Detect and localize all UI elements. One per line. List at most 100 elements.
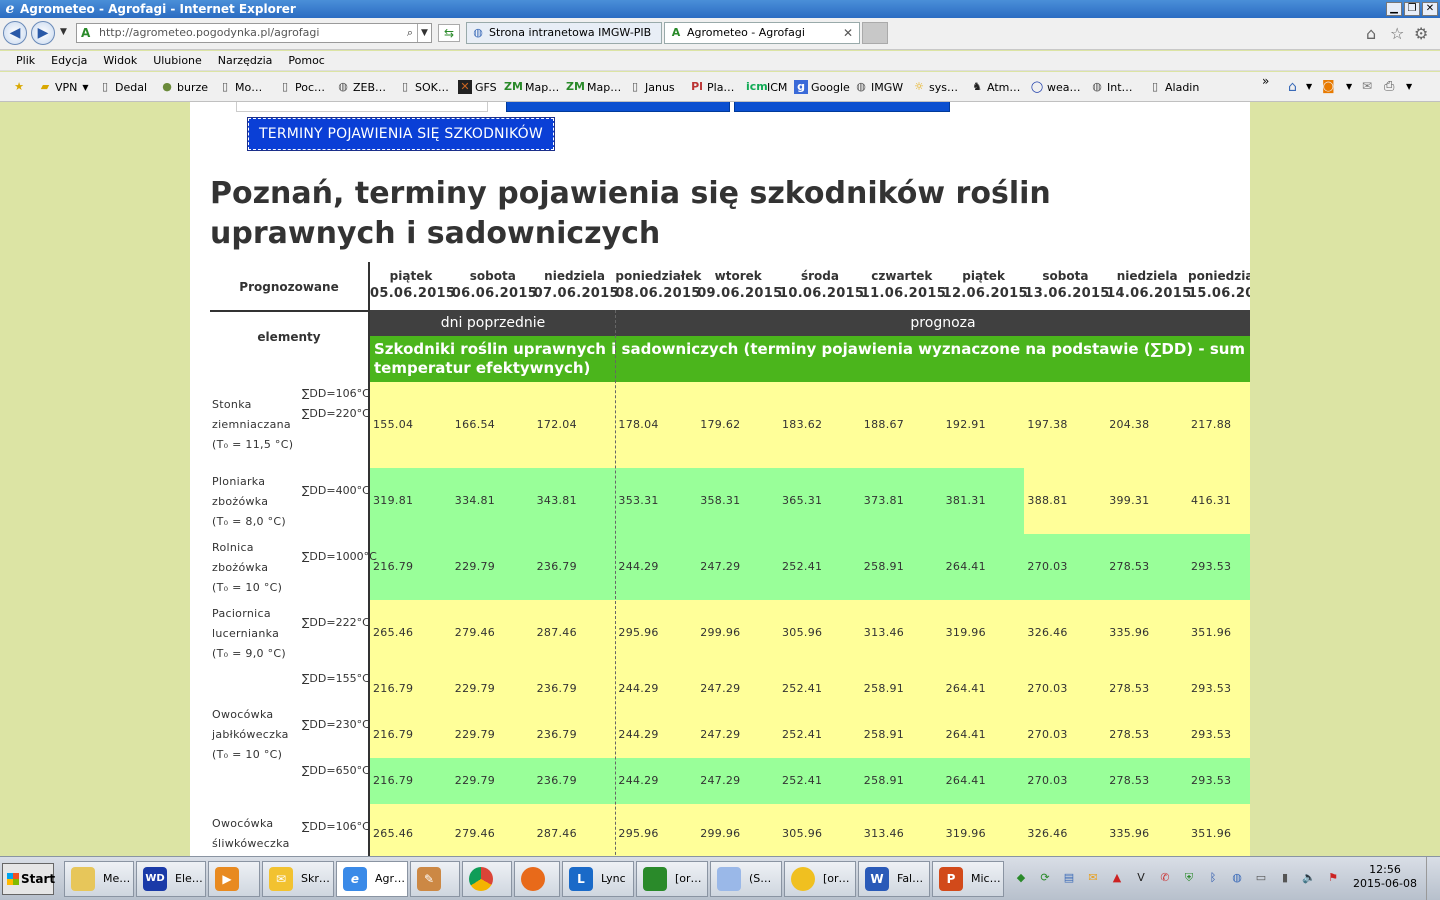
menu-edit[interactable]: Edycja [51,54,87,67]
firefox-icon [521,867,545,891]
address-dropdown-icon[interactable]: ▼ [417,24,431,42]
tab-intranet[interactable]: ◍ Strona intranetowa IMGW-PIB [466,22,662,44]
pla-icon: Pl [691,80,703,93]
taskbar-or-2[interactable]: [or… [784,861,856,897]
taskbar-wd[interactable]: WD Ele… [136,861,206,897]
taskbar-paint[interactable]: ✎ [410,861,460,897]
menu-favorites[interactable]: Ulubione [153,54,202,67]
menu-file[interactable]: Plik [16,54,35,67]
home-dropdown-icon[interactable]: ▼ [1306,82,1312,91]
favorites-star-icon[interactable]: ☆ [1390,26,1404,42]
back-button[interactable]: ◀ [3,21,27,45]
table-cell: 293.53 [1188,666,1250,712]
taskbar-mail[interactable]: ✉ Skr… [262,861,334,897]
more-favorites-icon[interactable]: » [1262,74,1269,88]
table-cell: 335.96 [1106,600,1189,666]
address-input[interactable]: A http://agrometeo.pogodynka.pl/agrofagi… [76,23,432,43]
taskbar-powerpoint[interactable]: P Mic… [932,861,1004,897]
show-desktop-button[interactable] [1426,857,1440,900]
battery-icon[interactable]: ▮ [1278,871,1292,885]
fav-pla[interactable]: Pl Pla… [690,80,734,94]
fav-imgw[interactable]: ◍ IMGW [854,80,903,94]
home-icon[interactable]: ⌂ [1366,26,1376,42]
fav-poc[interactable]: ▯ Poc… [278,80,325,94]
mail-tray-icon[interactable]: ✉ [1086,871,1100,885]
display-icon[interactable]: ▭ [1254,871,1268,885]
fav-map-2[interactable]: ZM Map… [566,80,621,94]
fav-wea[interactable]: ◯ wea… [1030,80,1081,94]
fav-zeb[interactable]: ◍ ZEB… [336,80,386,94]
fav-int[interactable]: ◍ Int… [1090,80,1132,94]
start-button[interactable]: Start [2,863,55,895]
history-dropdown-icon[interactable]: ▼ [60,27,67,37]
menu-tools[interactable]: Narzędzia [218,54,273,67]
bluetooth-icon[interactable]: ᛒ [1206,871,1220,885]
nav-button-2[interactable] [734,102,950,112]
print-icon[interactable]: ⎙ [1384,79,1394,94]
close-tab-icon[interactable]: ✕ [843,23,853,43]
fav-janus[interactable]: ▯ Janus [628,80,675,94]
taskbar-or-1[interactable]: [or… [636,861,708,897]
restore-button[interactable]: ❐ [1404,2,1420,16]
rss-dropdown-icon[interactable]: ▼ [1346,82,1352,91]
home-icon[interactable]: ⌂ [1288,79,1297,95]
table-cell: 217.88 [1188,382,1250,468]
taskbar-firefox[interactable] [514,861,560,897]
forward-button[interactable]: ▶ [31,21,55,45]
menu-view[interactable]: Widok [103,54,137,67]
fav-gfs[interactable]: ✕ GFS [458,80,497,94]
table-cell: 287.46 [533,804,617,856]
taskbar-s[interactable]: (S… [710,861,782,897]
globe-icon[interactable]: ◍ [1230,871,1244,885]
fav-sok[interactable]: ▯ SOK… [398,80,449,94]
pests-dates-button[interactable]: TERMINY POJAWIENIA SIĘ SZKODNIKÓW [247,117,555,151]
fav-atm[interactable]: ♞ Atm… [970,80,1020,94]
v-icon[interactable]: V [1134,871,1148,885]
read-mail-icon[interactable]: ✉ [1362,79,1372,93]
taskbar-media[interactable]: ▶ [208,861,260,897]
refresh-button[interactable]: ⇆ [438,24,460,42]
gsm-icon[interactable]: ✆ [1158,871,1172,885]
tab-agrometeo[interactable]: A Agrometeo - Agrofagi ✕ [664,22,860,44]
table-cell: 278.53 [1106,712,1189,758]
fav-dedal[interactable]: ▯ Dedal [98,80,147,94]
clock-date: 2015-06-08 [1353,877,1417,890]
clock[interactable]: 12:56 2015-06-08 [1350,863,1420,891]
menu-help[interactable]: Pomoc [288,54,324,67]
close-window-button[interactable]: ✕ [1422,2,1438,16]
fav-burze[interactable]: ● burze [160,80,208,94]
add-favorite-icon[interactable]: ★ [12,80,29,94]
acrobat-icon[interactable]: ▲ [1110,871,1124,885]
fav-mo[interactable]: ▯ Mo… [218,80,262,94]
fav-icm[interactable]: icm ICM [746,80,787,94]
tools-gear-icon[interactable]: ⚙ [1414,26,1428,42]
volume-icon[interactable]: 🔈 [1302,871,1316,885]
print-dropdown-icon[interactable]: ▼ [1406,82,1412,91]
fav-map-1[interactable]: ZM Map… [504,80,559,94]
nav-button-1[interactable] [506,102,730,112]
rss-icon[interactable]: ◙ [1322,79,1335,94]
table-cell: 244.29 [615,534,699,600]
new-tab-button[interactable] [862,22,888,44]
taskbar-word[interactable]: W Fal… [858,861,930,897]
internet-explorer-icon: e [343,867,367,891]
taskbar-lync[interactable]: L Lync [562,861,634,897]
network-icon[interactable]: ▤ [1062,871,1076,885]
dd-threshold: ∑DD=230°C [302,718,370,731]
nvidia-icon[interactable]: ◆ [1014,871,1028,885]
sync-icon[interactable]: ⟳ [1038,871,1052,885]
flag-icon[interactable]: ⚑ [1326,871,1340,885]
search-icon[interactable]: ⌕ [407,24,413,42]
taskbar-agrometeo[interactable]: e Agr… [336,861,408,897]
location-select[interactable] [236,102,488,112]
minimize-button[interactable]: ▁ [1386,2,1402,16]
taskbar-chrome[interactable] [462,861,512,897]
fav-aladin[interactable]: ▯ Aladin [1148,80,1199,94]
security-icon[interactable]: ⛨ [1182,871,1196,885]
table-cell: 319.96 [942,600,1026,666]
fav-google[interactable]: g Google [794,80,850,94]
taskbar-explorer[interactable]: Me… [64,861,134,897]
table-cell: 216.79 [370,758,453,804]
fav-sys[interactable]: ☼ sys… [912,80,958,94]
fav-vpn[interactable]: ▰ VPN ▼ [38,80,89,94]
